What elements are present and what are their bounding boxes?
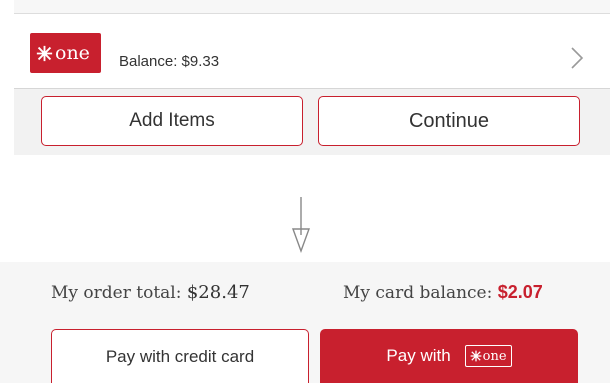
top-checkout-panel: one Balance: $9.33 Add Items Continue — [14, 0, 610, 155]
page: one Balance: $9.33 Add Items Continue My… — [0, 0, 610, 383]
arrow-down-icon — [292, 197, 310, 253]
card-balance-label-bottom: My card balance: — [343, 283, 498, 303]
add-items-button[interactable]: Add Items — [41, 96, 303, 146]
chevron-right-icon[interactable] — [570, 46, 584, 70]
order-total-value: $28.47 — [186, 282, 250, 303]
card-balance-value: $2.07 — [497, 282, 543, 302]
pay-with-one-button[interactable]: Pay with one — [320, 329, 578, 383]
top-divider-strip — [14, 0, 610, 14]
one-logo-text: one — [55, 41, 90, 64]
pay-with-one-label: Pay with — [386, 346, 451, 365]
continue-button[interactable]: Continue — [318, 96, 580, 146]
card-balance-label: Balance: $9.33 — [119, 53, 220, 70]
pay-with-credit-card-button[interactable]: Pay with credit card — [51, 329, 309, 383]
card-balance: My card balance: $2.07 — [343, 282, 543, 303]
gift-card-row[interactable]: one Balance: $9.33 — [14, 14, 610, 89]
one-card-logo: one — [30, 33, 101, 73]
one-mini-logo-text: one — [482, 348, 507, 364]
one-mini-logo: one — [464, 345, 512, 367]
snowflake-logo-icon — [470, 350, 482, 362]
order-total: My order total: $28.47 — [51, 282, 250, 303]
snowflake-logo-icon — [36, 44, 53, 62]
order-total-label: My order total: — [51, 283, 187, 303]
